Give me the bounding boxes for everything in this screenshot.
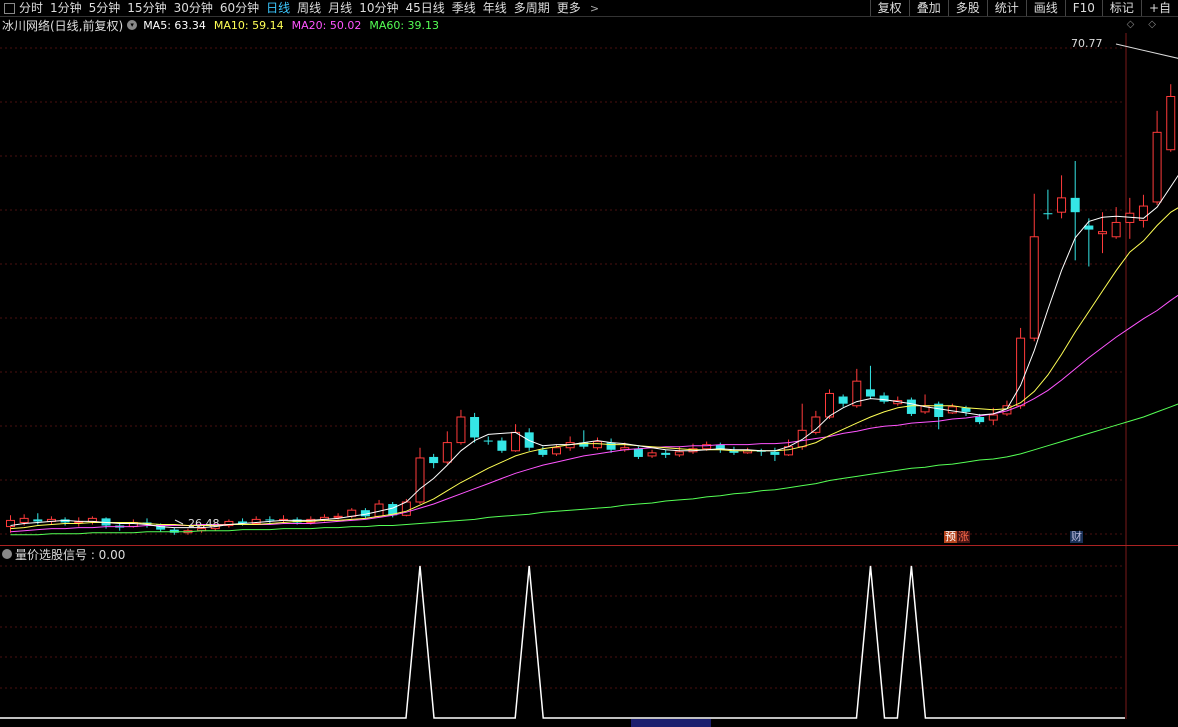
candle-body-down (265, 519, 275, 521)
candle-body-up (825, 392, 834, 418)
ma5-line (10, 174, 1178, 529)
candle-body-up (811, 416, 821, 433)
ma20-line (10, 294, 1178, 533)
candle-body-up (1016, 337, 1026, 407)
candle-body-down (1070, 197, 1080, 213)
rise-badge[interactable]: 涨 (957, 531, 970, 543)
candle-body-down (470, 417, 480, 438)
candle-body-up (442, 442, 452, 463)
candle-body-down (1043, 213, 1053, 215)
candle-body-down (661, 452, 671, 455)
candle-body-up (988, 414, 998, 421)
finance-badge[interactable]: 财 (1070, 531, 1083, 543)
candle-body-up (1166, 95, 1176, 151)
candle-body-down (838, 396, 848, 404)
sub-legend: 量价选股信号 : 0.00 (0, 547, 126, 562)
candle-body-up (674, 451, 684, 456)
candle-body-up (552, 447, 561, 455)
candle-body-up (1057, 197, 1067, 213)
candle-body-down (975, 417, 985, 423)
candle-body-down (1084, 225, 1094, 230)
sub-indicator-menu-icon[interactable] (2, 549, 12, 559)
ma10-line (10, 207, 1178, 530)
candle-body-up (415, 457, 425, 503)
candle-body-up (797, 429, 807, 448)
candle-body-up (592, 441, 602, 449)
high-price-label: 70.77 (1071, 37, 1103, 50)
candle-body-up (333, 515, 343, 518)
low-price-label: 26.48 (188, 517, 220, 530)
candle-body-up (456, 416, 466, 444)
candle-body-down (429, 456, 439, 464)
forecast-badge[interactable]: 预 (944, 531, 957, 543)
low-marker-arrow (174, 519, 184, 525)
candle-body-up (19, 517, 29, 523)
candle-body-down (865, 389, 875, 397)
candle-body-down (906, 399, 916, 414)
candle-body-up (647, 452, 657, 457)
candle-body-up (947, 406, 957, 414)
candle-body-up (1098, 231, 1107, 235)
high-marker-arrow (1115, 43, 1178, 59)
signal-line (0, 565, 1125, 719)
candle-body-down (169, 529, 179, 533)
candle-body-up (1029, 236, 1039, 339)
pane-divider[interactable] (0, 545, 1178, 546)
candle-body-down (770, 451, 780, 455)
date-axis (0, 719, 1178, 727)
candle-body-up (1111, 221, 1121, 238)
candle-body-down (33, 519, 43, 522)
candle-body-down (483, 440, 493, 442)
candle-body-down (538, 449, 548, 455)
candle-body-down (497, 440, 507, 451)
cursor-date-box (631, 719, 711, 727)
candle-body-up (6, 519, 15, 528)
candle-body-up (1152, 131, 1162, 203)
candle-body-down (633, 448, 643, 457)
candle-body-down (879, 395, 889, 402)
candle-body-up (511, 431, 521, 452)
candle-body-down (606, 442, 616, 450)
signal-label: 量价选股信号 : 0.00 (15, 547, 126, 562)
kline-chart[interactable] (0, 0, 1178, 727)
